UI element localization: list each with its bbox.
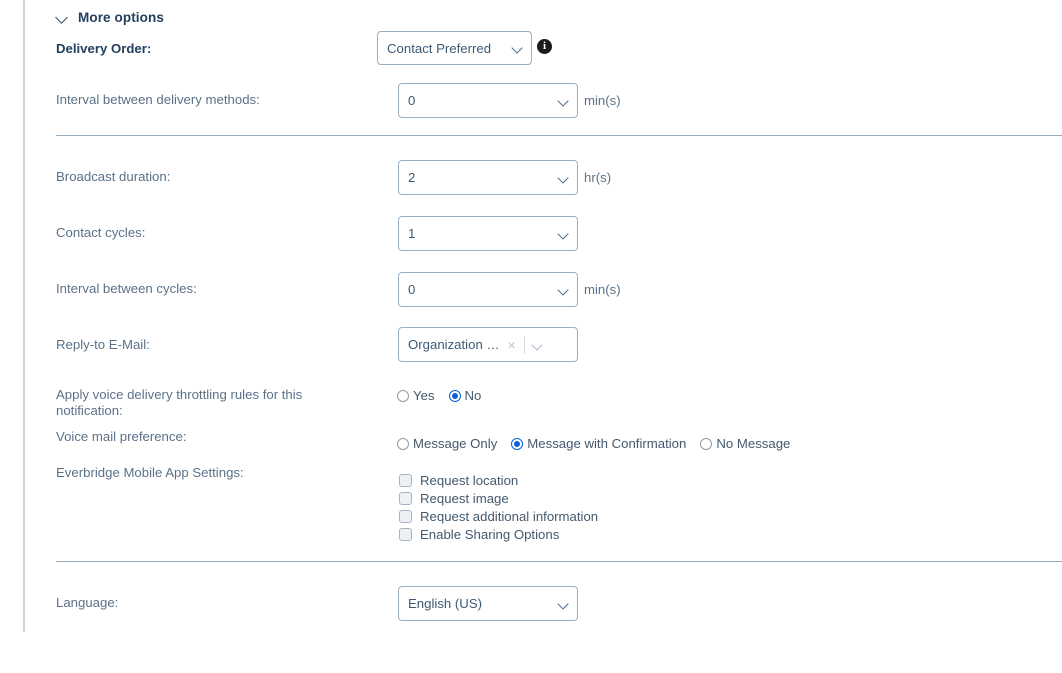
radio-icon	[511, 437, 524, 450]
interval-between-cycles-select[interactable]: 0	[398, 272, 578, 307]
checkbox-label: Request additional information	[420, 508, 599, 524]
checkbox-icon	[399, 527, 412, 541]
reply-to-email-select[interactable]: Organization … ×	[398, 327, 578, 362]
clear-icon[interactable]: ×	[500, 337, 524, 353]
chevron-down-icon	[555, 84, 577, 117]
interval-delivery-methods-unit: min(s)	[584, 93, 621, 108]
radio-label: No	[464, 388, 482, 403]
voice-throttling-option-yes[interactable]: Yes	[397, 388, 435, 403]
voice-mail-preference-label: Voice mail preference:	[56, 429, 187, 444]
language-select[interactable]: English (US)	[398, 586, 578, 621]
delivery-order-value: Contact Preferred	[387, 40, 492, 56]
mobile-app-settings-label: Everbridge Mobile App Settings:	[56, 465, 244, 480]
interval-delivery-methods-select[interactable]: 0	[398, 83, 578, 118]
voice-mail-option-no-message[interactable]: No Message	[700, 436, 790, 451]
radio-icon	[448, 389, 461, 402]
radio-icon	[700, 437, 713, 450]
more-options-toggle[interactable]: More options	[56, 10, 164, 25]
checkbox-request-additional-information[interactable]: Request additional information	[399, 507, 598, 525]
checkbox-label: Request location	[420, 472, 519, 488]
contact-cycles-select[interactable]: 1	[398, 216, 578, 251]
chevron-down-icon	[509, 32, 531, 64]
more-options-panel: More options Delivery Order: Contact Pre…	[0, 0, 1062, 673]
voice-mail-preference-radio-group: Message Only Message with Confirmation N…	[397, 436, 790, 451]
radio-label: No Message	[716, 436, 791, 451]
left-vertical-rail	[23, 0, 25, 632]
interval-between-cycles-label: Interval between cycles:	[56, 281, 197, 296]
interval-delivery-methods-value: 0	[408, 93, 416, 108]
broadcast-duration-unit: hr(s)	[584, 170, 612, 185]
checkbox-request-location[interactable]: Request location	[399, 471, 598, 489]
broadcast-duration-label: Broadcast duration:	[56, 169, 171, 184]
language-value: English (US)	[408, 596, 483, 611]
checkbox-icon	[399, 491, 412, 505]
radio-icon	[397, 437, 409, 450]
voice-throttling-option-no[interactable]: No	[448, 388, 482, 403]
chevron-down-icon	[555, 217, 577, 250]
more-options-label: More options	[78, 10, 164, 25]
info-icon[interactable]: i	[537, 39, 552, 54]
contact-cycles-label: Contact cycles:	[56, 225, 146, 240]
interval-between-cycles-unit: min(s)	[584, 282, 621, 297]
reply-to-email-value: Organization …	[408, 337, 500, 352]
interval-between-cycles-value: 0	[408, 282, 416, 297]
voice-mail-option-message-only[interactable]: Message Only	[397, 436, 497, 451]
checkbox-request-image[interactable]: Request image	[399, 489, 598, 507]
chevron-down-icon	[555, 587, 577, 620]
voice-throttling-label: Apply voice delivery throttling rules fo…	[56, 387, 303, 418]
delivery-order-select[interactable]: Contact Preferred	[377, 31, 532, 65]
radio-label: Message Only	[413, 436, 498, 451]
interval-delivery-methods-label: Interval between delivery methods:	[56, 92, 260, 107]
checkbox-icon	[399, 473, 412, 487]
reply-to-email-label: Reply-to E-Mail:	[56, 337, 150, 352]
chevron-down-icon[interactable]	[525, 328, 551, 361]
mobile-app-settings-checkbox-list: Request location Request image Request a…	[399, 471, 598, 543]
chevron-down-icon	[56, 11, 69, 24]
checkbox-label: Request image	[420, 490, 509, 506]
divider-bottom	[56, 561, 1062, 562]
contact-cycles-value: 1	[408, 226, 416, 241]
checkbox-label: Enable Sharing Options	[420, 526, 560, 542]
delivery-order-label: Delivery Order:	[56, 41, 152, 56]
divider-top	[56, 135, 1062, 136]
voice-throttling-radio-group: Yes No	[397, 388, 481, 403]
checkbox-enable-sharing-options[interactable]: Enable Sharing Options	[399, 525, 598, 543]
radio-icon	[397, 389, 409, 402]
radio-label: Message with Confirmation	[527, 436, 687, 451]
chevron-down-icon	[555, 273, 577, 306]
radio-label: Yes	[413, 388, 435, 403]
options-content: More options Delivery Order: Contact Pre…	[56, 0, 1062, 673]
broadcast-duration-select[interactable]: 2	[398, 160, 578, 195]
voice-mail-option-message-with-confirmation[interactable]: Message with Confirmation	[511, 436, 686, 451]
checkbox-icon	[399, 509, 412, 523]
chevron-down-icon	[555, 161, 577, 194]
language-label: Language:	[56, 595, 119, 610]
broadcast-duration-value: 2	[408, 170, 416, 185]
